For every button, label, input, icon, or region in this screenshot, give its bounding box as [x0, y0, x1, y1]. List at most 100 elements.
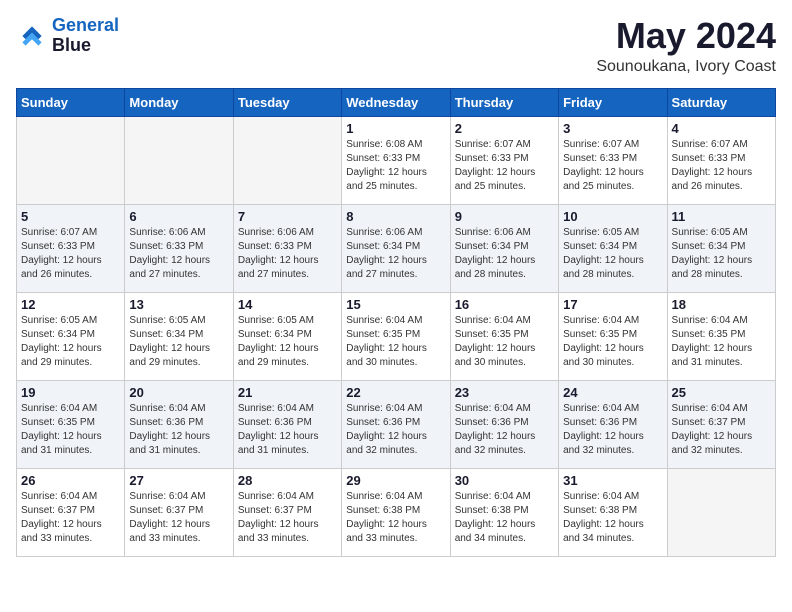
- logo: General Blue: [16, 16, 119, 56]
- weekday-header: Thursday: [450, 88, 558, 116]
- day-info: Sunrise: 6:07 AM Sunset: 6:33 PM Dayligh…: [21, 226, 120, 282]
- calendar-cell: 2 Sunrise: 6:07 AM Sunset: 6:33 PM Daylig…: [450, 116, 558, 204]
- calendar-cell: 15 Sunrise: 6:04 AM Sunset: 6:35 PM Dayli…: [342, 292, 450, 380]
- calendar-week-row: 19Sunrise: 6:04 AM Sunset: 6:35 PM Dayli…: [17, 380, 776, 468]
- day-info: Sunrise: 6:05 AM Sunset: 6:34 PM Dayligh…: [672, 226, 771, 282]
- day-number: 14: [238, 297, 337, 312]
- day-number: 15: [346, 297, 445, 312]
- weekday-header: Tuesday: [233, 88, 341, 116]
- day-number: 22: [346, 385, 445, 400]
- location: Sounoukana, Ivory Coast: [596, 58, 776, 76]
- day-number: 12: [21, 297, 120, 312]
- day-info: Sunrise: 6:04 AM Sunset: 6:37 PM Dayligh…: [672, 402, 771, 458]
- calendar-cell: 9 Sunrise: 6:06 AM Sunset: 6:34 PM Daylig…: [450, 204, 558, 292]
- day-number: 8: [346, 209, 445, 224]
- day-info: Sunrise: 6:04 AM Sunset: 6:37 PM Dayligh…: [238, 490, 337, 546]
- day-number: 16: [455, 297, 554, 312]
- day-info: Sunrise: 6:05 AM Sunset: 6:34 PM Dayligh…: [21, 314, 120, 370]
- calendar-cell: 12 Sunrise: 6:05 AM Sunset: 6:34 PM Dayli…: [17, 292, 125, 380]
- weekday-header: Saturday: [667, 88, 775, 116]
- day-number: 2: [455, 121, 554, 136]
- day-number: 5: [21, 209, 120, 224]
- logo-icon: [16, 20, 48, 52]
- day-number: 7: [238, 209, 337, 224]
- day-info: Sunrise: 6:04 AM Sunset: 6:35 PM Dayligh…: [455, 314, 554, 370]
- calendar-cell: 17Sunrise: 6:04 AM Sunset: 6:35 PM Dayli…: [559, 292, 667, 380]
- day-info: Sunrise: 6:04 AM Sunset: 6:36 PM Dayligh…: [563, 402, 662, 458]
- day-info: Sunrise: 6:06 AM Sunset: 6:33 PM Dayligh…: [129, 226, 228, 282]
- day-number: 9: [455, 209, 554, 224]
- calendar-cell: 26Sunrise: 6:04 AM Sunset: 6:37 PM Dayli…: [17, 468, 125, 556]
- calendar-cell: 5 Sunrise: 6:07 AM Sunset: 6:33 PM Daylig…: [17, 204, 125, 292]
- day-info: Sunrise: 6:06 AM Sunset: 6:34 PM Dayligh…: [455, 226, 554, 282]
- day-number: 3: [563, 121, 662, 136]
- day-info: Sunrise: 6:04 AM Sunset: 6:36 PM Dayligh…: [455, 402, 554, 458]
- day-info: Sunrise: 6:05 AM Sunset: 6:34 PM Dayligh…: [129, 314, 228, 370]
- day-number: 1: [346, 121, 445, 136]
- calendar-cell: 27 Sunrise: 6:04 AM Sunset: 6:37 PM Dayli…: [125, 468, 233, 556]
- calendar-cell: 3 Sunrise: 6:07 AM Sunset: 6:33 PM Daylig…: [559, 116, 667, 204]
- calendar-cell: 13 Sunrise: 6:05 AM Sunset: 6:34 PM Dayli…: [125, 292, 233, 380]
- calendar-cell: [667, 468, 775, 556]
- day-number: 26: [21, 473, 120, 488]
- weekday-header: Sunday: [17, 88, 125, 116]
- day-number: 10: [563, 209, 662, 224]
- calendar-week-row: 1 Sunrise: 6:08 AM Sunset: 6:33 PM Daylig…: [17, 116, 776, 204]
- day-number: 13: [129, 297, 228, 312]
- day-info: Sunrise: 6:07 AM Sunset: 6:33 PM Dayligh…: [672, 138, 771, 194]
- day-number: 27: [129, 473, 228, 488]
- day-info: Sunrise: 6:04 AM Sunset: 6:37 PM Dayligh…: [129, 490, 228, 546]
- day-info: Sunrise: 6:04 AM Sunset: 6:35 PM Dayligh…: [672, 314, 771, 370]
- day-number: 28: [238, 473, 337, 488]
- calendar-week-row: 26 Sunrise: 6:04 AM Sunset: 6:37 PM Dayli…: [17, 468, 776, 556]
- day-number: 25: [672, 385, 771, 400]
- calendar-cell: 16 Sunrise: 6:04 AM Sunset: 6:35 PM Dayli…: [450, 292, 558, 380]
- calendar-cell: 4 Sunrise: 6:07 AM Sunset: 6:33 PM Daylig…: [667, 116, 775, 204]
- page-header: General Blue May 2024 Sounoukana, Ivory …: [16, 16, 776, 76]
- day-info: Sunrise: 6:04 AM Sunset: 6:38 PM Dayligh…: [563, 490, 662, 546]
- day-number: 4: [672, 121, 771, 136]
- month-year: May 2024: [596, 16, 776, 56]
- calendar-cell: 21 Sunrise: 6:04 AM Sunset: 6:36 PM Dayli…: [233, 380, 341, 468]
- calendar-cell: 7Sunrise: 6:06 AM Sunset: 6:33 PM Daylig…: [233, 204, 341, 292]
- day-info: Sunrise: 6:04 AM Sunset: 6:38 PM Dayligh…: [455, 490, 554, 546]
- calendar-cell: 6 Sunrise: 6:06 AM Sunset: 6:33 PM Daylig…: [125, 204, 233, 292]
- day-number: 29: [346, 473, 445, 488]
- calendar: SundayMondayTuesdayWednesdayThursdayFrid…: [16, 88, 776, 557]
- day-number: 19: [21, 385, 120, 400]
- calendar-cell: 31 Sunrise: 6:04 AM Sunset: 6:38 PM Dayli…: [559, 468, 667, 556]
- day-info: Sunrise: 6:07 AM Sunset: 6:33 PM Dayligh…: [563, 138, 662, 194]
- logo-text: General Blue: [52, 16, 119, 56]
- weekday-header-row: SundayMondayTuesdayWednesdayThursdayFrid…: [17, 88, 776, 116]
- day-info: Sunrise: 6:08 AM Sunset: 6:33 PM Dayligh…: [346, 138, 445, 194]
- calendar-cell: 30 Sunrise: 6:04 AM Sunset: 6:38 PM Dayli…: [450, 468, 558, 556]
- title-area: May 2024 Sounoukana, Ivory Coast: [596, 16, 776, 76]
- day-number: 30: [455, 473, 554, 488]
- calendar-week-row: 12 Sunrise: 6:05 AM Sunset: 6:34 PM Dayli…: [17, 292, 776, 380]
- day-info: Sunrise: 6:04 AM Sunset: 6:35 PM Dayligh…: [346, 314, 445, 370]
- calendar-cell: 29 Sunrise: 6:04 AM Sunset: 6:38 PM Dayli…: [342, 468, 450, 556]
- day-number: 20: [129, 385, 228, 400]
- calendar-cell: 23Sunrise: 6:04 AM Sunset: 6:36 PM Dayli…: [450, 380, 558, 468]
- weekday-header: Monday: [125, 88, 233, 116]
- calendar-cell: 24Sunrise: 6:04 AM Sunset: 6:36 PM Dayli…: [559, 380, 667, 468]
- day-info: Sunrise: 6:04 AM Sunset: 6:38 PM Dayligh…: [346, 490, 445, 546]
- calendar-cell: [125, 116, 233, 204]
- calendar-cell: 10 Sunrise: 6:05 AM Sunset: 6:34 PM Dayli…: [559, 204, 667, 292]
- day-info: Sunrise: 6:05 AM Sunset: 6:34 PM Dayligh…: [238, 314, 337, 370]
- day-info: Sunrise: 6:05 AM Sunset: 6:34 PM Dayligh…: [563, 226, 662, 282]
- weekday-header: Friday: [559, 88, 667, 116]
- day-info: Sunrise: 6:06 AM Sunset: 6:34 PM Dayligh…: [346, 226, 445, 282]
- day-info: Sunrise: 6:04 AM Sunset: 6:36 PM Dayligh…: [238, 402, 337, 458]
- calendar-cell: 11Sunrise: 6:05 AM Sunset: 6:34 PM Dayli…: [667, 204, 775, 292]
- day-number: 21: [238, 385, 337, 400]
- day-number: 31: [563, 473, 662, 488]
- day-info: Sunrise: 6:07 AM Sunset: 6:33 PM Dayligh…: [455, 138, 554, 194]
- day-info: Sunrise: 6:04 AM Sunset: 6:36 PM Dayligh…: [346, 402, 445, 458]
- calendar-cell: 19Sunrise: 6:04 AM Sunset: 6:35 PM Dayli…: [17, 380, 125, 468]
- day-info: Sunrise: 6:04 AM Sunset: 6:35 PM Dayligh…: [563, 314, 662, 370]
- calendar-cell: 18Sunrise: 6:04 AM Sunset: 6:35 PM Dayli…: [667, 292, 775, 380]
- calendar-cell: 20Sunrise: 6:04 AM Sunset: 6:36 PM Dayli…: [125, 380, 233, 468]
- calendar-cell: 22 Sunrise: 6:04 AM Sunset: 6:36 PM Dayli…: [342, 380, 450, 468]
- day-number: 6: [129, 209, 228, 224]
